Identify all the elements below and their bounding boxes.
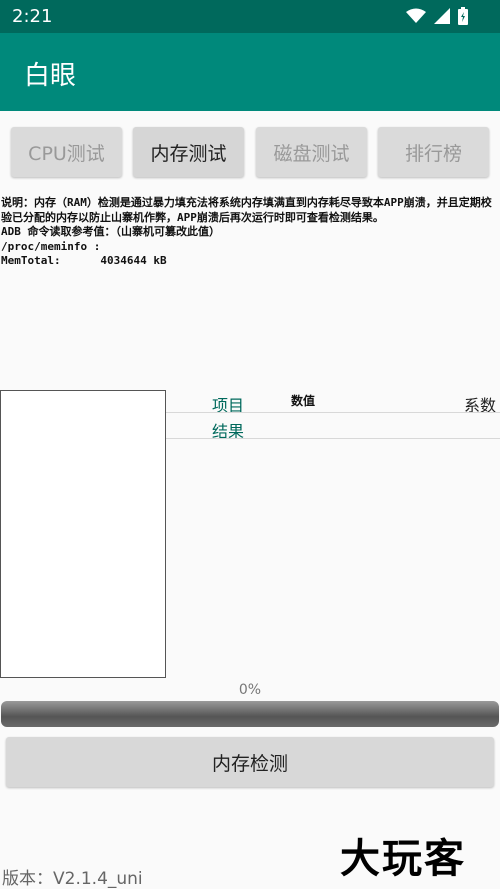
app-title: 白眼 [24,61,77,91]
results-table: 项目 数值 系数 结果 [166,390,500,690]
header-divider [166,412,500,413]
tab-bar: CPU测试 内存测试 磁盘测试 排行榜 [0,127,500,179]
wifi-icon [406,8,426,23]
version-label: 版本：V2.1.4_uni [2,869,143,889]
tab-leaderboard[interactable]: 排行榜 [378,127,489,177]
row-divider [166,438,500,439]
tab-cpu-test[interactable]: CPU测试 [11,127,122,177]
battery-icon [458,7,468,25]
app-bar: 白眼 [0,33,500,111]
progress-bar [1,701,499,727]
description-text: 说明：内存（RAM）检测是通过暴力填充法将系统内存填满直到内存耗尽导致本APP崩… [1,196,498,269]
watermark-logo: 大玩客 [340,836,466,882]
description-line: MemTotal: 4034644 kB [1,254,167,267]
progress-percent: 0% [238,682,262,698]
status-bar: 2:21 [0,0,500,33]
description-line: /proc/meminfo : [1,239,101,253]
memory-test-button[interactable]: 内存检测 [6,737,494,787]
signal-icon [434,8,450,24]
status-time: 2:21 [12,6,53,27]
description-line: 说明：内存（RAM）检测是通过暴力填充法将系统内存填满直到内存耗尽导致本APP崩… [1,196,492,224]
status-icons [406,7,468,25]
description-line: ADB 命令读取参考值：（山寨机可篡改此值） [1,225,220,238]
column-header-value: 数值 [291,394,316,408]
memory-visual-box [0,390,166,678]
tab-memory-test[interactable]: 内存测试 [133,127,244,177]
tab-disk-test[interactable]: 磁盘测试 [256,127,367,177]
